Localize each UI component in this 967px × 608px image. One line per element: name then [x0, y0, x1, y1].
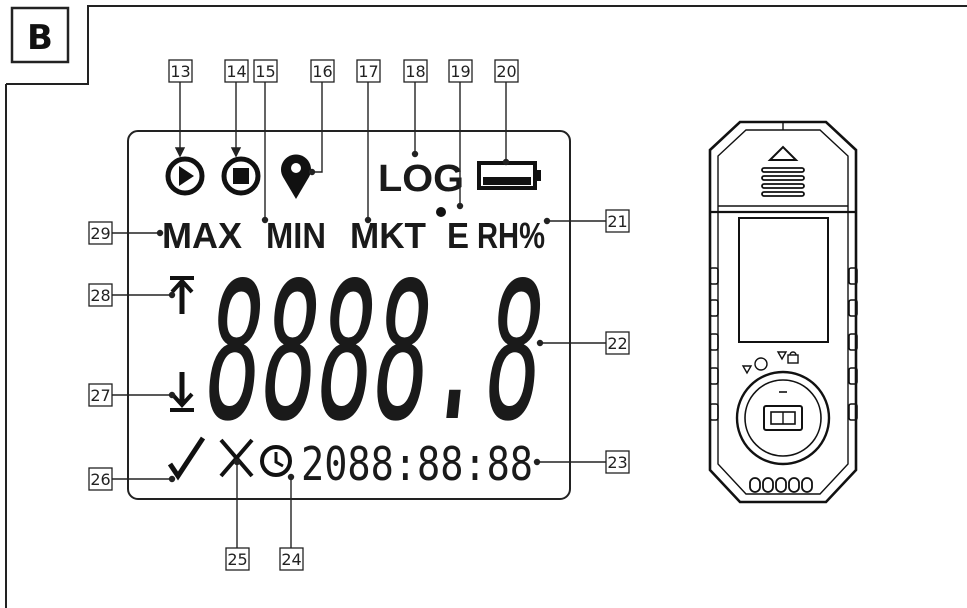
main-digit-readout: 8888.8 [195, 241, 554, 462]
callout-17-label: 17 [358, 62, 378, 81]
callout-28: 28 [88, 283, 113, 307]
device-screen [738, 217, 829, 343]
callout-24: 24 [279, 547, 304, 571]
panel-letter: B [27, 18, 53, 58]
callout-18: 18 [403, 59, 428, 83]
callout-26: 26 [88, 467, 113, 491]
callout-18-label: 18 [405, 62, 425, 81]
callout-27-label: 27 [90, 386, 110, 405]
callout-29-label: 29 [90, 224, 110, 243]
callout-27: 27 [88, 383, 113, 407]
date-time-readout: 2088:88:88 [301, 437, 533, 491]
bottom-grip [749, 477, 813, 493]
callout-13-label: 13 [170, 62, 190, 81]
data-logger-device [708, 120, 858, 504]
callout-22-label: 22 [607, 334, 627, 353]
callout-16-label: 16 [312, 62, 332, 81]
callout-24-label: 24 [281, 550, 301, 569]
callout-25-label: 25 [227, 550, 247, 569]
callout-14: 14 [224, 59, 249, 83]
callout-19-label: 19 [450, 62, 470, 81]
callout-16: 16 [310, 59, 335, 83]
callout-15: 15 [253, 59, 278, 83]
side-ribs [709, 267, 858, 421]
callout-15-label: 15 [255, 62, 275, 81]
callout-20-label: 20 [496, 62, 516, 81]
callout-14-label: 14 [226, 62, 246, 81]
callout-22: 22 [605, 331, 630, 355]
log-indicator: LOG [378, 158, 464, 200]
callout-13: 13 [168, 59, 193, 83]
callout-23-label: 23 [607, 453, 627, 472]
degree-dot [436, 207, 446, 217]
callout-17: 17 [356, 59, 381, 83]
panel-label: B [10, 6, 70, 64]
callout-19: 19 [448, 59, 473, 83]
callout-21: 21 [605, 209, 630, 233]
callout-21-label: 21 [607, 212, 627, 231]
lcd-diagram: B LOG MAX MIN MKT E RH% 8888.8 [5, 5, 967, 608]
callout-29: 29 [88, 221, 113, 245]
callout-28-label: 28 [90, 286, 110, 305]
vent-slots [761, 167, 805, 197]
callout-20: 20 [494, 59, 519, 83]
callout-23: 23 [605, 450, 630, 474]
callout-25: 25 [225, 547, 250, 571]
callout-26-label: 26 [90, 470, 110, 489]
